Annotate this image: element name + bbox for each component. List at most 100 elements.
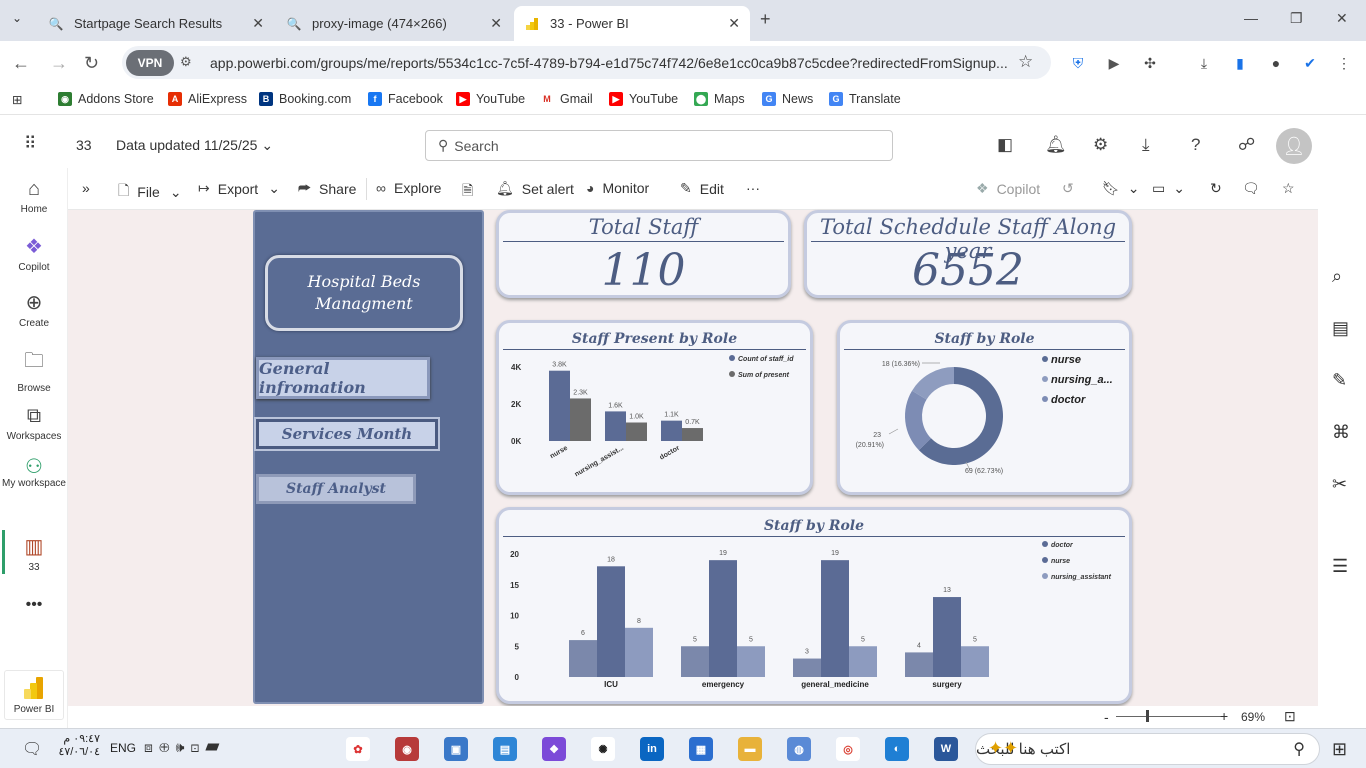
news-icon[interactable]: ▤ [1332,318,1349,339]
file-menu[interactable]: 🗋 File ⌄ [118,180,182,204]
shield-check-icon[interactable]: ✔ [1302,55,1318,71]
comment-icon[interactable]: 🗨︎ [1242,180,1260,197]
rail-my-workspace[interactable]: ⚇ My workspace [0,457,68,491]
rail-workspaces[interactable]: ⧉ Workspaces [0,405,68,442]
nav-general-information-button[interactable]: General infromation [256,357,430,399]
back-icon[interactable]: ← [12,53,30,74]
chrome-icon[interactable]: ◎ [836,737,860,761]
chatgpt-icon[interactable]: ✺ [591,737,615,761]
tab-proxy-image[interactable]: 🔍 proxy-image (474×266) ✕ [276,6,512,41]
bookmark-maps[interactable]: ⬤ Maps [694,92,745,106]
close-icon[interactable]: ✕ [252,15,264,32]
apps-grid-icon[interactable]: ⊞ [12,92,22,107]
explore-button[interactable]: ∞ Explore [376,180,441,196]
bookmark-translate[interactable]: G Translate [829,92,901,106]
app-icon-4[interactable]: ▤ [493,737,517,761]
more-icon[interactable]: ••• [0,596,68,614]
chart-staff-present[interactable]: 4K 2K 0K 3.8K 2.3K nurse 1.6K 1.0K nursing_assis… [499,323,810,492]
forward-icon[interactable]: → [50,53,68,74]
close-window-icon[interactable]: ✕ [1336,10,1348,27]
search-input[interactable]: ⚲ Search [425,130,893,161]
rail-browse[interactable]: 🗀 Browse [0,346,68,394]
rail-home[interactable]: ⌂ Home [0,178,68,215]
search-icon[interactable]: ⌕ [1332,266,1342,287]
taskbar-search-input[interactable]: اكتب هنا للبحث ✦✦ ⚲ [975,733,1320,765]
linkedin-icon[interactable]: in [640,737,664,761]
bookmark-youtube[interactable]: ▶ YouTube [456,92,525,106]
bookmark-booking[interactable]: B Booking.com [259,92,351,106]
profile-icon[interactable]: ● [1268,55,1284,71]
export-menu[interactable]: ↦ Export ⌄ [198,180,280,197]
video-icon[interactable]: ▶ [1106,55,1122,71]
tools-icon[interactable]: ✂ [1332,474,1347,495]
tab-powerbi[interactable]: 33 - Power BI ✕ [514,6,750,41]
avatar[interactable]: 👤︎ [1276,128,1312,164]
bookmark-icon[interactable]: 🔖︎ ⌄ [1102,180,1140,197]
language-indicator[interactable]: ENG [110,741,136,755]
zoom-in-icon[interactable]: + [1220,708,1228,724]
bookmark-news[interactable]: G News [762,92,813,106]
app-icon-1[interactable]: ✿ [346,737,370,761]
zoom-slider-handle[interactable] [1146,710,1149,722]
monitor-button[interactable]: ◕ Monitor [586,180,649,196]
bookmark-aliexpress[interactable]: A AliExpress [168,92,247,106]
edit-note-icon[interactable]: ✎ [1332,370,1347,391]
chart-staff-by-role-donut[interactable]: 69 (62.73%) 23 (20.91%) 18 (16.36%) nurse nur… [840,323,1129,492]
fit-page-icon[interactable]: ⊡ [1284,708,1296,725]
site-info-icon[interactable]: ⚙ [180,54,192,70]
app-icon-2[interactable]: ◉ [395,737,419,761]
bookmark-youtube-2[interactable]: ▶ YouTube [609,92,678,106]
expand-icon[interactable]: » [82,180,90,196]
feedback-icon[interactable]: ☍ [1238,135,1255,155]
extensions-icon[interactable]: ✣ [1142,55,1158,71]
star-icon[interactable]: ☆ [1018,52,1033,72]
set-alert-button[interactable]: 🔔︎ Set alert [496,180,574,197]
sidebar-icon[interactable]: ▮ [1232,55,1248,71]
rail-copilot[interactable]: ❖ Copilot [0,234,68,273]
refresh-icon[interactable]: ↻ [1210,180,1222,197]
favorite-icon[interactable]: ☆ [1282,180,1295,197]
bookmark-addons-store[interactable]: ◉ Addons Store [58,92,154,106]
new-tab-icon[interactable]: + [760,9,771,30]
download-icon[interactable]: ⤓ [1142,135,1150,155]
system-tray-icons[interactable]: ⧈⊕🕪︎⊡▰ [144,739,225,756]
nav-services-month-button[interactable]: Services Month [254,417,440,451]
gamepad-icon[interactable]: ⌘ [1332,422,1350,443]
data-updated[interactable]: Data updated 11/25/25 ⌄ [116,137,273,154]
report-name[interactable]: 33 [76,137,92,153]
restore-icon[interactable]: ❐ [1290,10,1303,27]
reload-icon[interactable]: ↻ [84,53,99,74]
notifications-icon[interactable]: 🔔︎ [1045,135,1067,155]
nav-staff-analyst-button[interactable]: Staff Analyst [256,474,416,504]
copilot-button[interactable]: ❖ Copilot [976,180,1040,197]
bookmark-gmail[interactable]: M Gmail [540,92,593,106]
file-explorer-icon[interactable]: ▬ [738,737,762,761]
m365-icon[interactable]: ❖ [542,737,566,761]
tab-list-chevron-icon[interactable]: ⌄ [12,11,22,25]
edge-icon[interactable]: ◐ [885,737,909,761]
edit-button[interactable]: ✎ Edit [680,180,724,197]
settings-icon[interactable]: ⚙ [1093,135,1108,155]
notification-center-icon[interactable]: 🗨︎ [22,739,42,759]
menu-icon[interactable]: ⋮ [1336,55,1352,71]
shield-icon[interactable]: ⛨ [1070,55,1086,71]
view-icon[interactable]: ▭ ⌄ [1152,180,1185,197]
help-icon[interactable]: ? [1191,135,1200,155]
close-icon[interactable]: ✕ [490,15,502,32]
chart-staff-by-role-dept[interactable]: 20 15 10 5 0 6 18 8 ICU 5 19 5 emergency 3 19 5 general_… [499,510,1129,701]
more-options-icon[interactable]: ··· [746,180,760,196]
clock[interactable]: ٠٩:٤٧ م ٤٧/٠٦/٠٤ [56,732,100,758]
omnibox[interactable]: VPN ⚙ app.powerbi.com/groups/me/reports/… [122,46,1051,79]
app-icon-3[interactable]: ▣ [444,737,468,761]
url-text[interactable]: app.powerbi.com/groups/me/reports/5534c1… [210,55,1008,71]
zoom-slider[interactable] [1116,716,1222,717]
store-icon[interactable]: ▦ [689,737,713,761]
word-icon[interactable]: W [934,737,958,761]
tab-startpage[interactable]: 🔍 Startpage Search Results ✕ [38,6,274,41]
share-button[interactable]: ⮫ Share [298,180,356,197]
windows-start-icon[interactable]: ⊞ [1332,739,1347,760]
reset-icon[interactable]: ↺ [1062,180,1074,197]
app-icon-5[interactable]: ◍ [787,737,811,761]
close-icon[interactable]: ✕ [728,15,740,32]
vpn-badge[interactable]: VPN [126,49,174,76]
